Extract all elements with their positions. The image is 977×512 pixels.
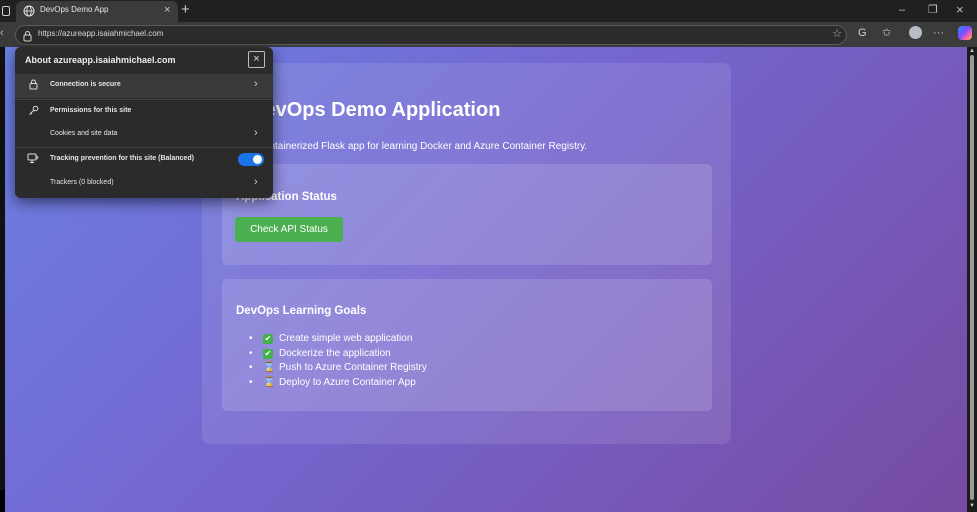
- profile-avatar-icon[interactable]: [909, 26, 922, 39]
- popup-close-button[interactable]: ×: [248, 51, 265, 68]
- favorite-star-icon[interactable]: ☆: [832, 27, 842, 40]
- goal-text: Dockerize the application: [279, 347, 391, 359]
- site-info-popup: About azureapp.isaiahmichael.com × Conne…: [15, 47, 273, 198]
- scroll-down-icon[interactable]: ▼: [969, 503, 975, 509]
- back-icon[interactable]: ‹: [0, 27, 4, 39]
- browser-toolbar: ‹ https://azureapp.isaiahmichael.com ☆ G…: [0, 22, 977, 47]
- hourglass-icon: ⌛: [263, 376, 276, 388]
- bullet: •: [249, 347, 253, 359]
- copilot-icon[interactable]: [958, 26, 972, 40]
- check-api-status-button[interactable]: Check API Status: [235, 217, 343, 242]
- new-tab-button[interactable]: +: [181, 0, 190, 20]
- trackers-row[interactable]: Trackers (0 blocked) ›: [15, 172, 273, 196]
- check-icon: ✔: [263, 334, 273, 344]
- lock-icon: [26, 79, 40, 93]
- more-icon[interactable]: ···: [933, 26, 944, 40]
- scrollbar[interactable]: ▲ ▼: [967, 47, 977, 512]
- application-status-section: Application Status Check API Status: [222, 164, 712, 265]
- goal-text: Create simple web application: [279, 333, 413, 344]
- tab-bar: DevOps Demo App × + – ❐ ×: [0, 0, 977, 22]
- page-description: A containerized Flask app for learning D…: [250, 141, 588, 152]
- minimize-button[interactable]: –: [899, 2, 905, 18]
- check-icon: ✔: [263, 348, 273, 359]
- list-item: • ✔ Dockerize the application: [249, 347, 427, 362]
- permissions-row[interactable]: Permissions for this site: [15, 100, 273, 124]
- chevron-right-icon: ›: [254, 176, 258, 188]
- permissions-label: Permissions for this site: [50, 107, 132, 114]
- lock-icon: [23, 31, 32, 42]
- close-window-button[interactable]: ×: [956, 2, 964, 18]
- url-text: https://azureapp.isaiahmichael.com: [38, 29, 164, 38]
- reading-g-icon[interactable]: G: [858, 26, 867, 40]
- bullet: •: [249, 333, 253, 344]
- goals-section-title: DevOps Learning Goals: [236, 305, 367, 317]
- goals-list: • ✔ Create simple web application • ✔ Do…: [249, 332, 427, 390]
- learning-goals-section: DevOps Learning Goals • ✔ Create simple …: [222, 279, 712, 411]
- toggle-knob: [253, 155, 262, 164]
- chevron-right-icon: ›: [254, 78, 258, 90]
- tracking-prevention-row: Tracking prevention for this site (Balan…: [15, 148, 273, 172]
- popup-title: About azureapp.isaiahmichael.com: [25, 55, 176, 65]
- tracking-prevention-toggle[interactable]: [238, 153, 264, 166]
- connection-secure-label: Connection is secure: [50, 81, 121, 88]
- list-item: • ⌛ Deploy to Azure Container App: [249, 376, 427, 391]
- window-corner: [0, 490, 5, 512]
- goal-text: Push to Azure Container Registry: [279, 362, 427, 373]
- trackers-label: Trackers (0 blocked): [50, 179, 114, 186]
- tab-title: DevOps Demo App: [40, 5, 109, 14]
- restore-button[interactable]: ❐: [928, 2, 938, 18]
- goal-text: Deploy to Azure Container App: [279, 376, 416, 388]
- cookies-row[interactable]: Cookies and site data ›: [15, 123, 273, 147]
- key-icon: [26, 105, 40, 119]
- hourglass-icon: ⌛: [263, 362, 276, 373]
- globe-icon: [23, 5, 35, 17]
- tracking-prevention-label: Tracking prevention for this site (Balan…: [50, 155, 194, 162]
- address-bar[interactable]: https://azureapp.isaiahmichael.com ☆: [15, 25, 847, 45]
- bullet: •: [249, 376, 253, 388]
- scrollbar-thumb[interactable]: [970, 55, 974, 500]
- favorites-list-icon[interactable]: ✩: [882, 26, 891, 40]
- tracking-icon: [26, 153, 40, 167]
- main-container: DevOps Demo Application A containerized …: [202, 63, 731, 444]
- page-title: DevOps Demo Application: [250, 99, 501, 121]
- list-item: • ⌛ Push to Azure Container Registry: [249, 361, 427, 376]
- bullet: •: [249, 362, 253, 373]
- tab-close-icon[interactable]: ×: [164, 3, 170, 17]
- scroll-up-icon[interactable]: ▲: [969, 48, 975, 54]
- tab-devops-demo[interactable]: DevOps Demo App ×: [16, 1, 178, 22]
- list-item: • ✔ Create simple web application: [249, 332, 427, 347]
- cookies-label: Cookies and site data: [50, 130, 118, 137]
- chevron-right-icon: ›: [254, 127, 258, 139]
- workspace-icon[interactable]: [2, 6, 10, 16]
- site-info-button[interactable]: [21, 29, 34, 42]
- connection-secure-row[interactable]: Connection is secure ›: [15, 74, 273, 98]
